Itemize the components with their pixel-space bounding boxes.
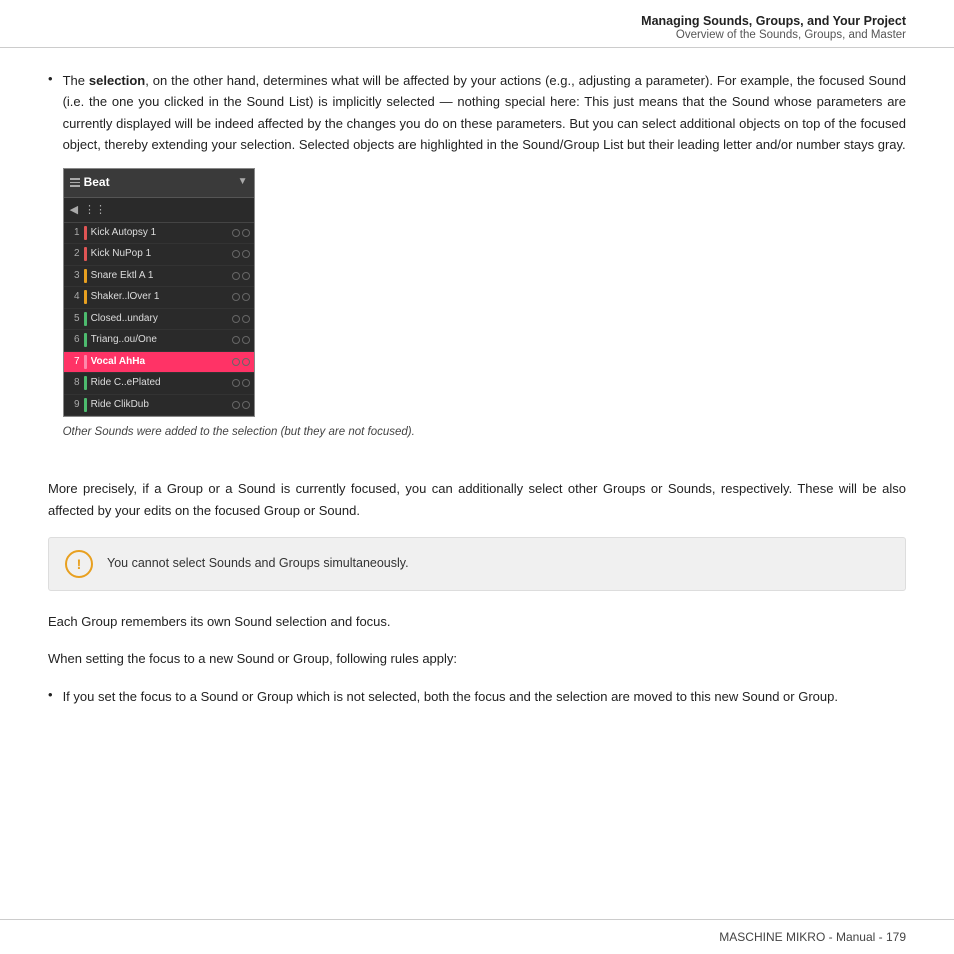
sw-sound-action-icon[interactable] (242, 336, 250, 344)
paragraph-2: Each Group remembers its own Sound selec… (48, 611, 906, 632)
sw-sound-name: Kick Autopsy 1 (91, 225, 228, 242)
sw-sound-row[interactable]: 4 Shaker..lOver 1 (64, 287, 254, 309)
sw-sound-number: 8 (68, 375, 80, 392)
sw-sound-icons (232, 293, 250, 301)
sw-sound-name: Ride ClikDub (91, 397, 228, 414)
selection-bold: selection (89, 73, 145, 88)
sw-sound-action-icon[interactable] (232, 250, 240, 258)
screenshot-caption: Other Sounds were added to the selection… (63, 423, 906, 442)
sw-sound-name: Shaker..lOver 1 (91, 289, 228, 306)
sw-sound-row[interactable]: 8 Ride C..ePlated (64, 373, 254, 395)
screenshot-container: Beat ▼ ◀ ⋮⋮ 1 Kick Autopsy 1 2 Kick NuPop 1… (63, 168, 906, 417)
sw-menu-icon[interactable] (70, 178, 80, 187)
sw-sound-name: Triang..ou/One (91, 332, 228, 349)
bullet-dot-2: • (48, 687, 53, 707)
sw-sound-action-icon[interactable] (242, 379, 250, 387)
sw-sound-action-icon[interactable] (242, 250, 250, 258)
bullet-section-2: • If you set the focus to a Sound or Gro… (48, 686, 906, 707)
sw-sound-action-icon[interactable] (242, 293, 250, 301)
sw-sound-action-icon[interactable] (232, 293, 240, 301)
sw-sound-action-icon[interactable] (242, 272, 250, 280)
sw-sound-icons (232, 272, 250, 280)
sw-color-bar (84, 355, 87, 369)
sw-sound-number: 5 (68, 311, 80, 328)
footer-text: MASCHINE MIKRO - Manual - 179 (719, 930, 906, 944)
sw-sound-action-icon[interactable] (242, 315, 250, 323)
sw-sound-action-icon[interactable] (242, 229, 250, 237)
sw-sound-icons (232, 315, 250, 323)
paragraph-1: More precisely, if a Group or a Sound is… (48, 478, 906, 521)
sw-color-bar (84, 269, 87, 283)
main-content: • The selection, on the other hand, dete… (0, 48, 954, 919)
header-subtitle: Overview of the Sounds, Groups, and Mast… (48, 29, 906, 41)
notice-text: You cannot select Sounds and Groups simu… (107, 550, 409, 573)
sw-sound-row[interactable]: 7 Vocal AhHa (64, 352, 254, 374)
sw-sound-action-icon[interactable] (242, 401, 250, 409)
sw-sound-icons (232, 336, 250, 344)
sw-color-bar (84, 333, 87, 347)
sw-sound-row[interactable]: 5 Closed..undary (64, 309, 254, 331)
sw-group-title: Beat (84, 173, 110, 193)
sw-color-bar (84, 226, 87, 240)
sw-header: Beat ▼ (64, 169, 254, 198)
sw-sound-action-icon[interactable] (232, 272, 240, 280)
sw-sound-icons (232, 401, 250, 409)
sw-sound-action-icon[interactable] (232, 379, 240, 387)
sw-speaker-icon: ◀ (70, 201, 78, 219)
sw-sound-icons (232, 229, 250, 237)
page-footer: MASCHINE MIKRO - Manual - 179 (0, 919, 954, 954)
sw-sound-action-icon[interactable] (242, 358, 250, 366)
sw-sound-name: Kick NuPop 1 (91, 246, 228, 263)
bullet-text-2: If you set the focus to a Sound or Group… (63, 686, 838, 707)
sw-sound-number: 3 (68, 268, 80, 285)
paragraph-3: When setting the focus to a new Sound or… (48, 648, 906, 669)
sw-sound-name: Closed..undary (91, 311, 228, 328)
sw-color-bar (84, 247, 87, 261)
sw-color-bar (84, 376, 87, 390)
sw-sound-action-icon[interactable] (232, 401, 240, 409)
sw-sound-number: 6 (68, 332, 80, 349)
sw-sound-action-icon[interactable] (232, 229, 240, 237)
sw-sound-row[interactable]: 9 Ride ClikDub (64, 395, 254, 417)
sw-sound-row[interactable]: 1 Kick Autopsy 1 (64, 223, 254, 245)
sw-toolbar: ◀ ⋮⋮ (64, 198, 254, 223)
sw-sound-number: 2 (68, 246, 80, 263)
sw-sound-row[interactable]: 6 Triang..ou/One (64, 330, 254, 352)
sw-sound-list: 1 Kick Autopsy 1 2 Kick NuPop 1 3 Snare Ektl … (64, 223, 254, 417)
sw-sound-number: 1 (68, 225, 80, 242)
warning-icon: ! (65, 550, 93, 578)
bullet-section-1: • The selection, on the other hand, dete… (48, 70, 906, 460)
sw-sound-name: Snare Ektl A 1 (91, 268, 228, 285)
sw-sound-icons (232, 358, 250, 366)
sw-color-bar (84, 312, 87, 326)
sw-sound-row[interactable]: 3 Snare Ektl A 1 (64, 266, 254, 288)
bullet-text-1: The selection, on the other hand, determ… (63, 70, 906, 460)
sw-sound-action-icon[interactable] (232, 358, 240, 366)
sw-color-bar (84, 290, 87, 304)
sw-grid-icon: ⋮⋮ (84, 201, 106, 219)
page-header: Managing Sounds, Groups, and Your Projec… (0, 0, 954, 48)
sw-sound-row[interactable]: 2 Kick NuPop 1 (64, 244, 254, 266)
sw-sound-name: Ride C..ePlated (91, 375, 228, 392)
sw-sound-number: 9 (68, 397, 80, 414)
notice-box: ! You cannot select Sounds and Groups si… (48, 537, 906, 591)
sw-header-left: Beat (70, 173, 110, 193)
sw-sound-icons (232, 250, 250, 258)
sw-color-bar (84, 398, 87, 412)
sw-dropdown-arrow-icon[interactable]: ▼ (238, 174, 248, 191)
sw-sound-action-icon[interactable] (232, 336, 240, 344)
bullet-dot-1: • (48, 71, 53, 460)
software-screenshot: Beat ▼ ◀ ⋮⋮ 1 Kick Autopsy 1 2 Kick NuPop 1… (63, 168, 255, 417)
sw-sound-icons (232, 379, 250, 387)
page-container: Managing Sounds, Groups, and Your Projec… (0, 0, 954, 954)
sw-sound-number: 4 (68, 289, 80, 306)
sw-sound-name: Vocal AhHa (91, 354, 228, 371)
sw-sound-action-icon[interactable] (232, 315, 240, 323)
sw-sound-number: 7 (68, 354, 80, 371)
header-title: Managing Sounds, Groups, and Your Projec… (48, 14, 906, 28)
